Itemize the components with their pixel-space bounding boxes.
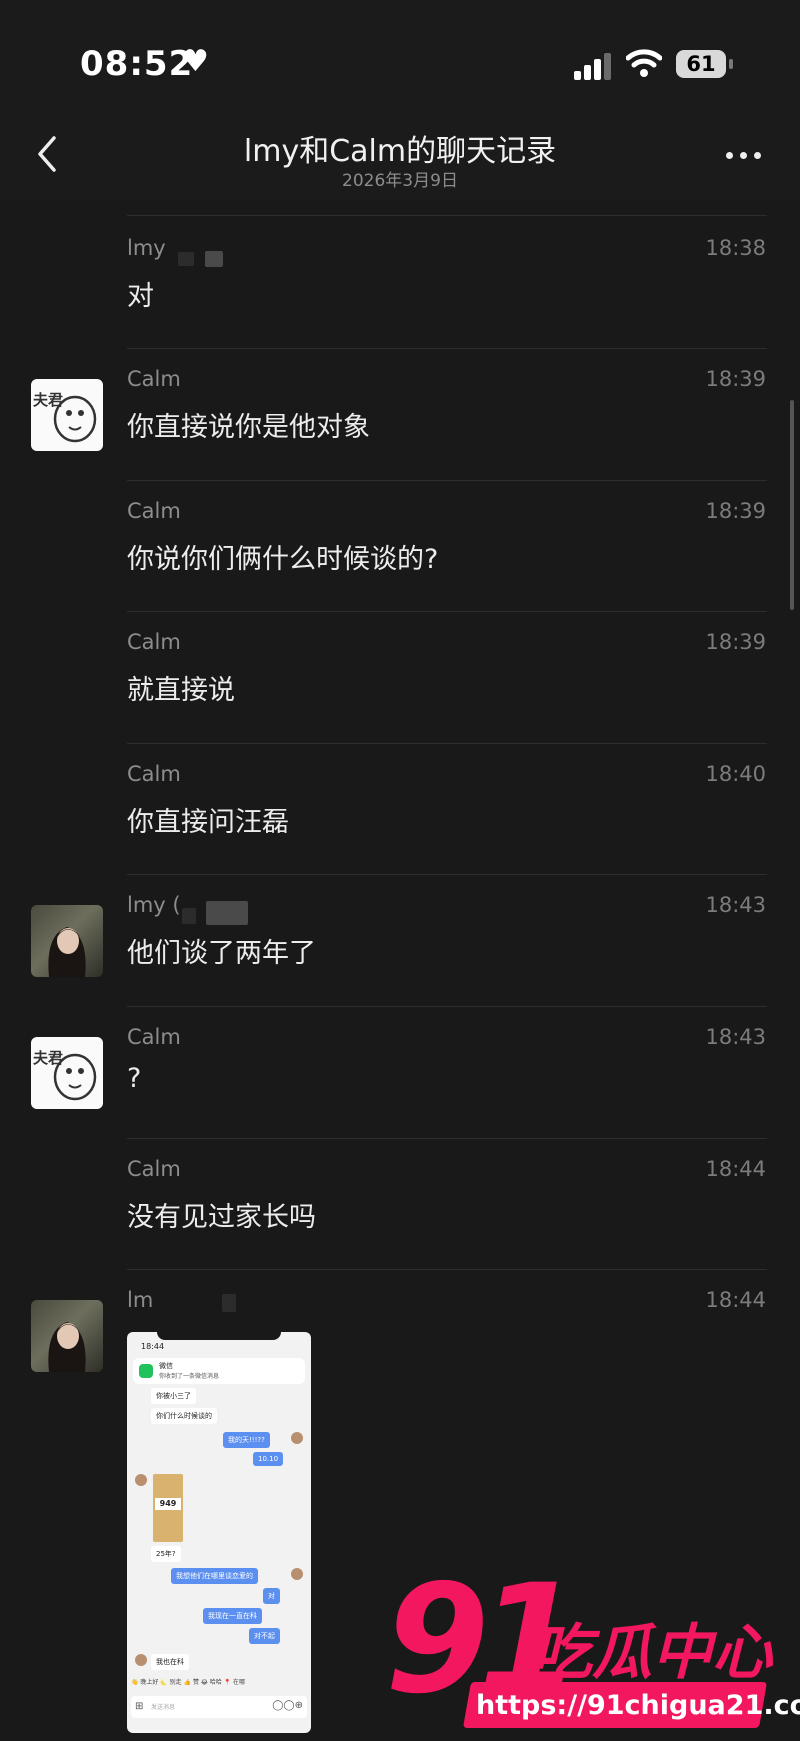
image-status-time: 18:44 [141,1342,165,1351]
image-bubble: 我现在一直在科 [203,1608,262,1624]
watermark-url: https://91chigua21.com [476,1690,800,1721]
message-item[interactable]: Calm 18:40 你直接问汪磊 [0,744,800,875]
avatar[interactable]: 夫君 [31,1037,103,1109]
blurred-name [205,251,223,267]
wechat-icon [139,1364,153,1378]
image-notify-title: 微信 [159,1362,173,1370]
message-time: 18:38 [705,236,766,260]
blurred-name [182,908,196,924]
sender-name: lm [127,1288,154,1312]
message-item[interactable]: lmy 18:38 对 [0,218,800,349]
chat-history-title: lmy和Calm的聊天记录 [243,134,557,169]
message-text: 你说你们俩什么时候谈的? [127,544,439,575]
message-item[interactable]: lmy ( 18:43 他们谈了两年了 [0,875,800,1006]
image-quick-replies: 👋 晚上好 🌜 别走 👍 赞 😂 哈哈 📍 在哪 [131,1679,246,1686]
avatar[interactable] [31,905,103,977]
blurred-name [222,1294,236,1312]
image-card-number: 949 [155,1498,181,1510]
image-bubble: 我也在科 [151,1654,189,1670]
sender-name: lmy ( [127,893,181,917]
sticker-face-icon [53,1053,97,1101]
grid-icon: ⊞ [135,1701,144,1712]
message-time: 18:39 [705,499,766,523]
message-text: 你直接问汪磊 [127,807,289,838]
blurred-name [178,252,194,266]
image-notch [157,1332,281,1340]
sender-name: Calm [127,499,181,523]
profile-photo-icon [48,927,86,977]
nav-bar: lmy和Calm的聊天记录 2026年3月9日 [0,120,800,200]
message-item[interactable]: 夫君 Calm 18:39 你直接说你是他对象 [0,349,800,480]
sender-name: lmy [127,236,166,260]
image-bubble: 你们什么时候谈的 [151,1408,217,1424]
sticker-face-icon [53,395,97,443]
message-text: ? [127,1063,142,1094]
avatar[interactable] [31,1300,103,1372]
image-bubble: 25年? [151,1546,181,1562]
image-bubble: 10.10 [253,1452,284,1466]
message-text: 没有见过家长吗 [127,1202,316,1233]
profile-photo-icon [48,1322,86,1372]
message-text: 对 [127,281,154,312]
status-time: 08:52 [80,44,194,84]
scrollbar[interactable] [790,400,794,610]
image-avatar [291,1568,303,1580]
sender-name: Calm [127,762,181,786]
image-message[interactable]: 18:44 微信 你收到了一条微信消息 你被小三了 你们什么时候谈的 我的天!!… [127,1332,311,1733]
image-bubble: 我的天!!!?? [223,1432,270,1448]
cellular-signal-icon [574,52,612,80]
message-item[interactable]: 夫君 Calm 18:43 ? [0,1007,800,1138]
blurred-name [206,901,248,925]
message-item[interactable]: Calm 18:39 你说你们俩什么时候谈的? [0,481,800,612]
message-time: 18:40 [705,762,766,786]
image-bubble: 对不起 [249,1628,280,1644]
image-avatar [135,1474,147,1486]
message-item[interactable]: Calm 18:39 就直接说 [0,612,800,743]
divider [127,215,767,216]
watermark-text: 吃瓜中心 [532,1618,772,1688]
message-item[interactable]: lm 18:44 [0,1270,800,1401]
message-text: 他们谈了两年了 [127,938,316,969]
image-bubble: 对 [263,1588,280,1604]
message-text: 你直接说你是他对象 [127,412,370,443]
message-time: 18:43 [705,893,766,917]
sender-name: Calm [127,367,181,391]
image-input-bar: ⊞ 发送消息 ◯◯⊕ [131,1696,307,1718]
message-text: 就直接说 [127,675,235,706]
image-bubble: 你被小三了 [151,1388,196,1404]
avatar[interactable]: 夫君 [31,379,103,451]
image-notification: 微信 你收到了一条微信消息 [133,1358,305,1384]
image-input-placeholder: 发送消息 [151,1704,176,1711]
status-bar: 08:52 ♥ 61 [0,0,800,120]
heart-icon: ♥ [182,44,209,79]
more-options-icon[interactable] [726,152,766,164]
image-avatar [135,1654,147,1666]
image-notify-text: 你收到了一条微信消息 [159,1373,220,1380]
input-actions-icon: ◯◯⊕ [272,1700,303,1711]
image-bubble: 我想他们在哪里谈恋爱的 [171,1568,258,1584]
wifi-icon [626,49,662,77]
message-time: 18:39 [705,630,766,654]
message-time: 18:39 [705,367,766,391]
chat-history-date: 2026年3月9日 [342,171,458,191]
sender-name: Calm [127,1157,181,1181]
image-avatar [291,1432,303,1444]
battery-tip [729,59,733,69]
message-time: 18:44 [705,1288,766,1312]
message-time: 18:43 [705,1025,766,1049]
sender-name: Calm [127,1025,181,1049]
message-item[interactable]: Calm 18:44 没有见过家长吗 [0,1139,800,1270]
battery-level: 61 [686,52,716,76]
message-time: 18:44 [705,1157,766,1181]
sender-name: Calm [127,630,181,654]
image-card: 949 [153,1474,183,1542]
battery-icon: 61 [676,50,726,78]
